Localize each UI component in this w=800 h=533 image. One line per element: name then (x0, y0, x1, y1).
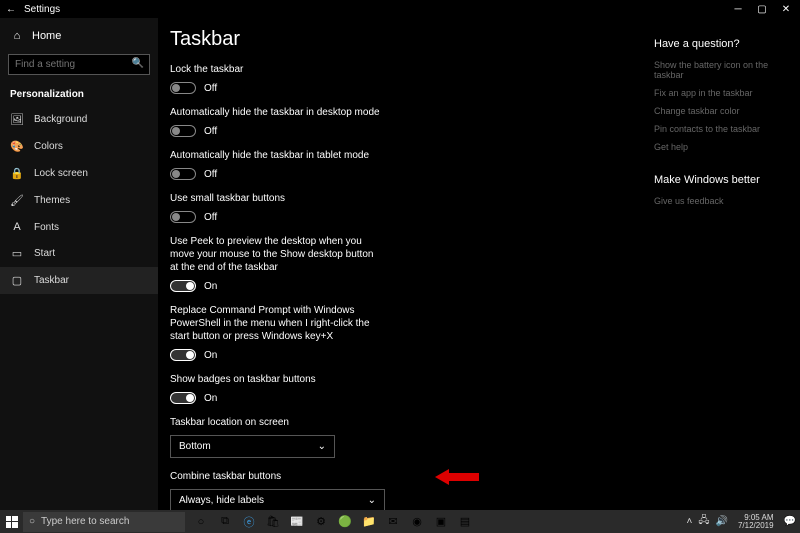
better-heading: Make Windows better (654, 174, 790, 186)
help-link[interactable]: Show the battery icon on the taskbar (654, 60, 790, 80)
settings-app-icon[interactable]: ⚙ (309, 510, 333, 533)
feedback-link[interactable]: Give us feedback (654, 196, 790, 206)
lock-taskbar-toggle[interactable] (170, 82, 196, 94)
combine-dropdown[interactable]: Always, hide labels⌄ (170, 489, 385, 510)
font-icon: A (10, 221, 24, 233)
autohide-desktop-toggle[interactable] (170, 125, 196, 137)
small-buttons-toggle[interactable] (170, 211, 196, 223)
terminal-icon[interactable]: ▤ (453, 510, 477, 533)
sidebar-item-themes[interactable]: 🖌Themes (0, 187, 158, 214)
palette-icon: 🎨 (10, 140, 24, 153)
setting-label: Lock the taskbar (170, 63, 470, 76)
mail-icon[interactable]: ✉ (381, 510, 405, 533)
sidebar-item-lockscreen[interactable]: 🔒Lock screen (0, 160, 158, 187)
sidebar-item-background[interactable]: 🖼Background (0, 106, 158, 133)
help-panel: Have a question? Show the battery icon o… (654, 18, 800, 510)
setting-label: Show badges on taskbar buttons (170, 373, 470, 386)
setting-label: Use Peek to preview the desktop when you… (170, 235, 380, 274)
search-icon: ○ (29, 516, 35, 527)
combine-label: Combine taskbar buttons (170, 470, 470, 483)
help-link[interactable]: Fix an app in the taskbar (654, 88, 790, 98)
photos-icon[interactable]: ▣ (429, 510, 453, 533)
annotation-arrow (435, 466, 479, 488)
search-input[interactable] (8, 54, 150, 75)
location-dropdown[interactable]: Bottom⌄ (170, 435, 335, 458)
tray-chevron-icon[interactable]: ˄ (687, 516, 693, 527)
taskbar-clock[interactable]: 9:05 AM 7/12/2019 (734, 514, 778, 530)
page-title: Taskbar (170, 28, 642, 51)
setting-label: Automatically hide the taskbar in deskto… (170, 106, 470, 119)
peek-toggle[interactable] (170, 280, 196, 292)
file-icon[interactable]: 📰 (285, 510, 309, 533)
help-link[interactable]: Change taskbar color (654, 106, 790, 116)
location-label: Taskbar location on screen (170, 416, 470, 429)
brush-icon: 🖌 (10, 194, 24, 207)
network-icon[interactable]: 🖧 (698, 513, 709, 530)
windows-taskbar: ○ Type here to search ○ ⧉ ⓔ 🛍 📰 ⚙ 🟢 📁 ✉ … (0, 510, 800, 533)
section-header: Personalization (0, 81, 158, 106)
powershell-toggle[interactable] (170, 349, 196, 361)
sidebar-item-fonts[interactable]: AFonts (0, 214, 158, 240)
settings-sidebar: ⌂ Home 🔍 Personalization 🖼Background 🎨Co… (0, 18, 158, 510)
home-icon: ⌂ (10, 30, 24, 42)
setting-label: Automatically hide the taskbar in tablet… (170, 149, 470, 162)
explorer-icon[interactable]: 📁 (357, 510, 381, 533)
taskbar-icon: ▢ (10, 274, 24, 287)
setting-label: Replace Command Prompt with Windows Powe… (170, 304, 380, 343)
maximize-button[interactable]: ▢ (750, 0, 774, 18)
start-icon: ▭ (10, 247, 24, 260)
edge-icon[interactable]: ⓔ (237, 510, 261, 533)
close-button[interactable]: ✕ (774, 0, 798, 18)
main-content: Taskbar Lock the taskbar Off Automatical… (158, 18, 654, 510)
taskview-icon[interactable]: ⧉ (213, 510, 237, 533)
autohide-tablet-toggle[interactable] (170, 168, 196, 180)
taskbar-search[interactable]: ○ Type here to search (23, 512, 185, 532)
store-icon[interactable]: 🛍 (261, 510, 285, 533)
volume-icon[interactable]: 🔊 (716, 516, 728, 527)
picture-icon: 🖼 (10, 113, 24, 126)
action-center-icon[interactable]: 💬 (784, 516, 796, 527)
home-button[interactable]: ⌂ Home (0, 24, 158, 48)
lock-icon: 🔒 (10, 167, 24, 180)
badges-toggle[interactable] (170, 392, 196, 404)
sidebar-item-start[interactable]: ▭Start (0, 240, 158, 267)
setting-label: Use small taskbar buttons (170, 192, 470, 205)
chevron-down-icon: ⌄ (368, 495, 376, 506)
xbox-icon[interactable]: ◉ (405, 510, 429, 533)
sidebar-item-taskbar[interactable]: ▢Taskbar (0, 267, 158, 294)
help-link[interactable]: Get help (654, 142, 790, 152)
question-heading: Have a question? (654, 38, 790, 50)
search-icon: 🔍 (132, 58, 144, 69)
home-label: Home (32, 30, 61, 42)
help-link[interactable]: Pin contacts to the taskbar (654, 124, 790, 134)
taskbar-search-placeholder: Type here to search (41, 516, 129, 527)
back-button[interactable]: ← (2, 0, 20, 18)
cortana-icon[interactable]: ○ (189, 510, 213, 533)
window-title: Settings (24, 4, 60, 15)
start-button[interactable] (0, 510, 23, 533)
chrome-icon[interactable]: 🟢 (333, 510, 357, 533)
chevron-down-icon: ⌄ (318, 441, 326, 452)
minimize-button[interactable]: ─ (726, 0, 750, 18)
sidebar-item-colors[interactable]: 🎨Colors (0, 133, 158, 160)
